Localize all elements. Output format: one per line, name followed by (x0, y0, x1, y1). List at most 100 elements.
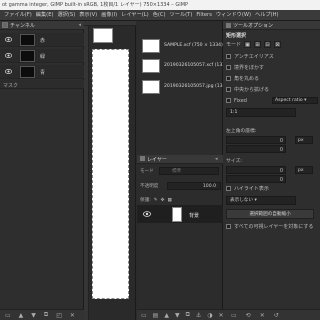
eye-icon[interactable] (5, 52, 12, 59)
rounded-checkbox[interactable] (226, 76, 231, 81)
channels-tab-label[interactable]: チャンネル (10, 22, 35, 29)
layers-tab-label[interactable]: レイヤー (147, 156, 167, 163)
lower-icon[interactable]: ▼ (31, 312, 36, 319)
menu-filters[interactable]: Filters (194, 10, 214, 21)
layer-mode-label: モード (140, 169, 154, 174)
channel-row-red[interactable]: 赤 (0, 33, 84, 47)
rounded-label: 角を丸める (234, 76, 260, 82)
merged-row[interactable]: すべての可視レイヤーを対象にする (226, 222, 313, 231)
size-unit-select[interactable]: px (295, 166, 313, 174)
menu-edit[interactable]: 編集(E) (34, 10, 56, 21)
reset-icon[interactable]: ↺ (274, 312, 279, 319)
ratio-value: 1:1 (230, 110, 238, 115)
menu-layer[interactable]: レイヤー(L) (119, 10, 151, 21)
layer-row-background[interactable]: 背景 (137, 205, 223, 223)
menu-select[interactable]: 選択(S) (56, 10, 78, 21)
fixed-mode-select[interactable]: Aspect ratio ▾ (272, 97, 318, 104)
menu-file[interactable]: ファイル(F) (2, 10, 34, 21)
duplicate-layer-icon[interactable]: ⧉ (186, 311, 190, 319)
ruler-top[interactable] (84, 21, 136, 26)
image-item-xcf[interactable]: 20190326105057.xcf (1334 (140, 56, 228, 76)
highlight-checkbox[interactable] (226, 186, 231, 191)
eye-icon[interactable] (5, 36, 12, 43)
layer-mode-select[interactable]: 標準 (159, 167, 219, 175)
layer-group-icon[interactable]: ▤ (153, 312, 159, 319)
mode-intersect-icon[interactable]: ⊠ (274, 41, 282, 48)
navigation-preview[interactable] (93, 28, 113, 43)
channel-mask-label: マスク (3, 83, 19, 89)
layers-tab-icon[interactable] (140, 156, 145, 161)
guide-select[interactable]: 表示しない ▾ (226, 196, 296, 205)
opacity-slider[interactable]: 100.0 (167, 182, 221, 190)
antialias-checkbox[interactable] (226, 54, 231, 59)
images-panel: SAMPLE.xcf (750 × 1334) 20190326105057.x… (137, 21, 228, 155)
menu-windows[interactable]: ウィンドウ(W) (214, 10, 253, 21)
position-x-input[interactable]: 0 (226, 136, 286, 144)
feather-row[interactable]: 境界をぼかす (226, 63, 264, 72)
image-item-jpg[interactable]: 20190326105057.jpg (1334 (140, 77, 228, 97)
delete-preset-icon[interactable]: ✕ (260, 312, 265, 319)
eye-icon[interactable] (5, 68, 12, 75)
lock-position-icon[interactable]: ✥ (161, 198, 165, 203)
channels-tab-icon[interactable] (2, 22, 8, 28)
lock-label: 保護: (140, 198, 151, 203)
position-unit-select[interactable]: px (295, 136, 313, 144)
lock-pixels-icon[interactable]: ✎ (154, 198, 158, 203)
fixed-checkbox[interactable] (226, 98, 231, 103)
anchor-layer-icon[interactable]: ⚓ (196, 312, 201, 319)
ruler-left[interactable] (84, 26, 89, 320)
menu-tools[interactable]: ツール(T) (168, 10, 195, 21)
size-unit: px (298, 168, 304, 173)
expand-row[interactable]: 中央から拡げる (226, 85, 269, 94)
eye-icon[interactable] (143, 210, 151, 218)
tool-options-tab-icon[interactable] (226, 23, 231, 28)
menu-help[interactable]: ヘルプ(H) (253, 10, 281, 21)
tool-options-panel: ツールオプション 矩形選択 モード ▣ ⊞ ⊟ ⊠ アンチエイリアス 境界をぼか… (223, 21, 320, 320)
mask-layer-icon[interactable]: ◑ (207, 312, 212, 319)
mode-subtract-icon[interactable]: ⊟ (264, 41, 272, 48)
menu-image[interactable]: 画像(I) (99, 10, 119, 21)
lower-layer-icon[interactable]: ▼ (175, 312, 180, 319)
menu-view[interactable]: 表示(V) (77, 10, 99, 21)
layer-mode-value: 標準 (172, 169, 182, 174)
feather-label: 境界をぼかす (234, 65, 265, 71)
raise-layer-icon[interactable]: ▲ (164, 312, 169, 319)
rounded-row[interactable]: 角を丸める (226, 74, 259, 83)
position-y-input[interactable]: 0 (226, 145, 286, 153)
new-channel-icon[interactable]: ▭ (5, 312, 11, 319)
channel-row-blue[interactable]: 青 (0, 65, 84, 79)
channel-label: 赤 (40, 38, 46, 44)
layer-name: 背景 (189, 213, 200, 219)
image-item-sample[interactable]: SAMPLE.xcf (750 × 1334) (140, 36, 223, 56)
dock-menu-icon[interactable]: ◂ (215, 156, 218, 162)
new-layer-icon[interactable]: ▭ (141, 312, 147, 319)
ratio-input[interactable]: 1:1 (226, 108, 296, 117)
raise-icon[interactable]: ▲ (19, 312, 24, 319)
size-w-input[interactable]: 0 (226, 166, 286, 174)
mode-add-icon[interactable]: ⊞ (254, 41, 262, 48)
size-h-input[interactable]: 0 (226, 175, 286, 183)
dock-menu-icon[interactable]: ◂ (78, 22, 81, 28)
to-selection-icon[interactable]: ◰ (56, 312, 62, 319)
save-preset-icon[interactable]: ▭ (231, 312, 237, 319)
merged-checkbox[interactable] (226, 224, 231, 229)
expand-checkbox[interactable] (226, 87, 231, 92)
restore-preset-icon[interactable]: ⟲ (246, 312, 251, 319)
mode-replace-icon[interactable]: ▣ (244, 41, 252, 48)
delete-icon[interactable]: ✕ (70, 312, 75, 319)
feather-checkbox[interactable] (226, 65, 231, 70)
duplicate-icon[interactable]: ⧉ (44, 311, 48, 319)
menu-colors[interactable]: 色(C) (151, 10, 168, 21)
fixed-label: Fixed (234, 97, 247, 104)
channel-mask-row: マスク (0, 80, 84, 89)
channel-row-green[interactable]: 緑 (0, 49, 84, 63)
lock-alpha-icon[interactable]: ▦ (167, 198, 171, 203)
highlight-row[interactable]: ハイライト表示 (226, 184, 269, 193)
tool-options-tab-label[interactable]: ツールオプション (233, 22, 273, 29)
auto-shrink-button[interactable]: 選択範囲の自動縮小 (226, 209, 314, 219)
highlight-label: ハイライト表示 (234, 186, 269, 192)
antialias-row[interactable]: アンチエイリアス (226, 52, 274, 61)
layer-thumbnail (172, 207, 182, 222)
image-canvas[interactable] (92, 49, 129, 299)
image-label: 20190326105057.xcf (1334 (164, 63, 229, 68)
